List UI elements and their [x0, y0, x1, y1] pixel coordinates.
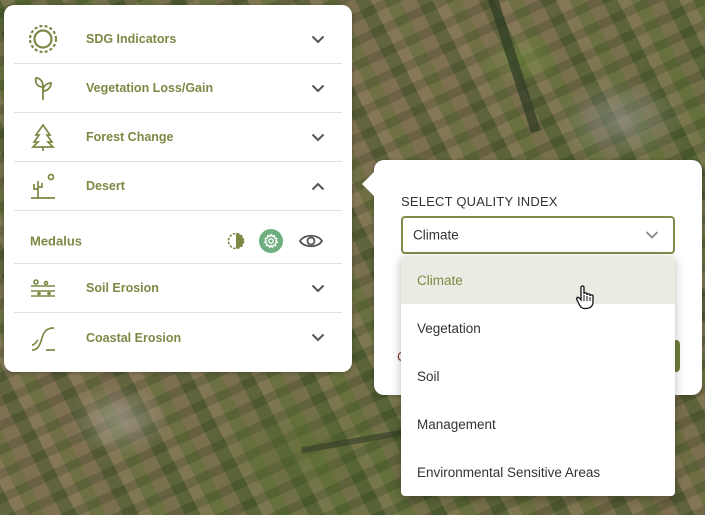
- coast-wave-icon: [28, 323, 58, 353]
- menu-item-management[interactable]: Management: [401, 400, 675, 448]
- chevron-down-icon[interactable]: [310, 31, 326, 47]
- menu-item-climate[interactable]: Climate: [401, 256, 675, 304]
- menu-item-soil[interactable]: Soil: [401, 352, 675, 400]
- layer-row-sdg-indicators[interactable]: SDG Indicators: [14, 15, 342, 64]
- sublayer-label: Medalus: [30, 233, 83, 248]
- layers-panel: SDG Indicators Vegetation Loss/Gain Fore…: [4, 5, 352, 372]
- chevron-down-icon[interactable]: [310, 129, 326, 145]
- sublayer-row-medalus: Medalus: [14, 218, 342, 264]
- layer-row-soil-erosion[interactable]: Soil Erosion: [14, 264, 342, 313]
- layer-label: Soil Erosion: [86, 281, 159, 295]
- menu-item-environmental-sensitive-areas[interactable]: Environmental Sensitive Areas: [401, 448, 675, 496]
- layer-label: Vegetation Loss/Gain: [86, 81, 214, 95]
- layer-label: Coastal Erosion: [86, 330, 182, 345]
- soil-layers-icon: [28, 273, 58, 303]
- eye-icon[interactable]: [298, 231, 324, 251]
- settings-button[interactable]: [259, 228, 283, 253]
- quality-index-dropdown: Climate Vegetation Soil Management Envir…: [401, 256, 675, 496]
- hand-cursor-icon: [575, 284, 595, 315]
- sprout-icon: [28, 73, 58, 103]
- tree-icon: [28, 122, 58, 152]
- select-value: Climate: [413, 227, 459, 243]
- popover-title: SELECT QUALITY INDEX: [401, 194, 558, 209]
- layer-row-coastal-erosion[interactable]: Coastal Erosion: [14, 313, 342, 362]
- chevron-down-icon[interactable]: [310, 280, 326, 296]
- chevron-up-icon[interactable]: [310, 178, 326, 194]
- chevron-down-icon[interactable]: [310, 80, 326, 96]
- cactus-icon: [28, 171, 58, 201]
- layer-row-forest-change[interactable]: Forest Change: [14, 113, 342, 162]
- layer-label: Forest Change: [86, 130, 174, 144]
- contrast-icon[interactable]: [226, 231, 246, 251]
- layer-row-vegetation-loss-gain[interactable]: Vegetation Loss/Gain: [14, 64, 342, 113]
- layer-label: SDG Indicators: [86, 32, 177, 46]
- chevron-down-icon[interactable]: [645, 231, 659, 240]
- quality-index-select[interactable]: Climate: [401, 216, 675, 254]
- layer-row-desert[interactable]: Desert: [14, 162, 342, 211]
- layer-label: Desert: [86, 179, 125, 193]
- popover-arrow: [362, 172, 374, 196]
- chevron-down-icon[interactable]: [310, 330, 326, 346]
- menu-item-vegetation[interactable]: Vegetation: [401, 304, 675, 352]
- settings-icon: [263, 232, 279, 249]
- sun-ring-icon: [28, 24, 58, 54]
- map-river: [488, 0, 541, 134]
